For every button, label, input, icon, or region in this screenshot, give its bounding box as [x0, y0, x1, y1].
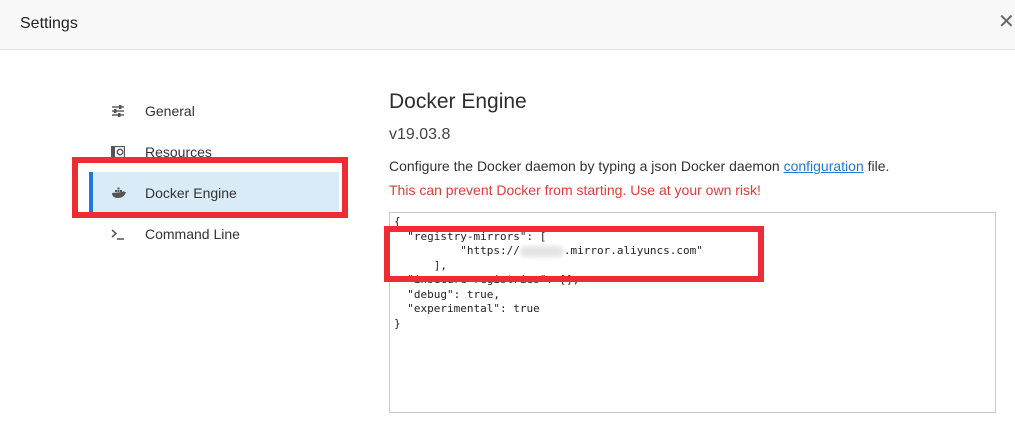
window-title: Settings	[20, 15, 78, 32]
configuration-link[interactable]: configuration	[784, 158, 864, 174]
editor-line: "registry-mirrors": [	[394, 229, 547, 243]
description-prefix: Configure the Docker daemon by typing a …	[389, 158, 784, 174]
sidebar-item-label: Command Line	[145, 225, 240, 242]
whale-icon	[111, 187, 145, 199]
sidebar-item-command-line[interactable]: Command Line	[89, 213, 339, 254]
close-icon[interactable]: ✕	[998, 12, 1015, 32]
editor-line: "experimental": true	[394, 302, 540, 315]
settings-sidebar: General Resources Docker Engine Command …	[89, 90, 339, 254]
editor-line: {	[394, 215, 401, 228]
version-label: v19.03.8	[389, 126, 451, 143]
sidebar-item-resources[interactable]: Resources	[89, 131, 339, 172]
title-bar: Settings ✕	[0, 0, 1015, 50]
sidebar-item-docker-engine[interactable]: Docker Engine	[89, 172, 339, 213]
sidebar-item-label: Docker Engine	[145, 184, 237, 201]
daemon-json-editor[interactable]: { "registry-mirrors": [ "https:// .mirror…	[389, 212, 996, 413]
sidebar-item-label: Resources	[145, 143, 212, 160]
editor-line: "insecure-registries": [],	[394, 273, 580, 286]
page-title: Docker Engine	[389, 90, 527, 113]
resources-icon	[111, 145, 145, 158]
editor-line: "debug": true,	[394, 287, 500, 301]
sliders-icon	[111, 104, 145, 117]
editor-line-prefix: "https://	[394, 244, 520, 257]
editor-line: }	[394, 316, 401, 330]
description-suffix: file.	[863, 158, 890, 174]
sidebar-item-label: General	[145, 102, 195, 119]
editor-line: "https:// .mirror.aliyuncs.com"	[394, 244, 991, 259]
editor-line-suffix: .mirror.aliyuncs.com"	[563, 244, 703, 257]
warning-text: This can prevent Docker from starting. U…	[389, 182, 761, 198]
editor-line: ],	[394, 258, 447, 272]
sidebar-item-general[interactable]: General	[89, 90, 339, 131]
docker-engine-panel: Docker Engine v19.03.8 Configure the Doc…	[389, 90, 999, 198]
redacted-blur	[519, 245, 564, 257]
description-text: Configure the Docker daemon by typing a …	[389, 158, 999, 174]
terminal-icon	[111, 228, 145, 240]
